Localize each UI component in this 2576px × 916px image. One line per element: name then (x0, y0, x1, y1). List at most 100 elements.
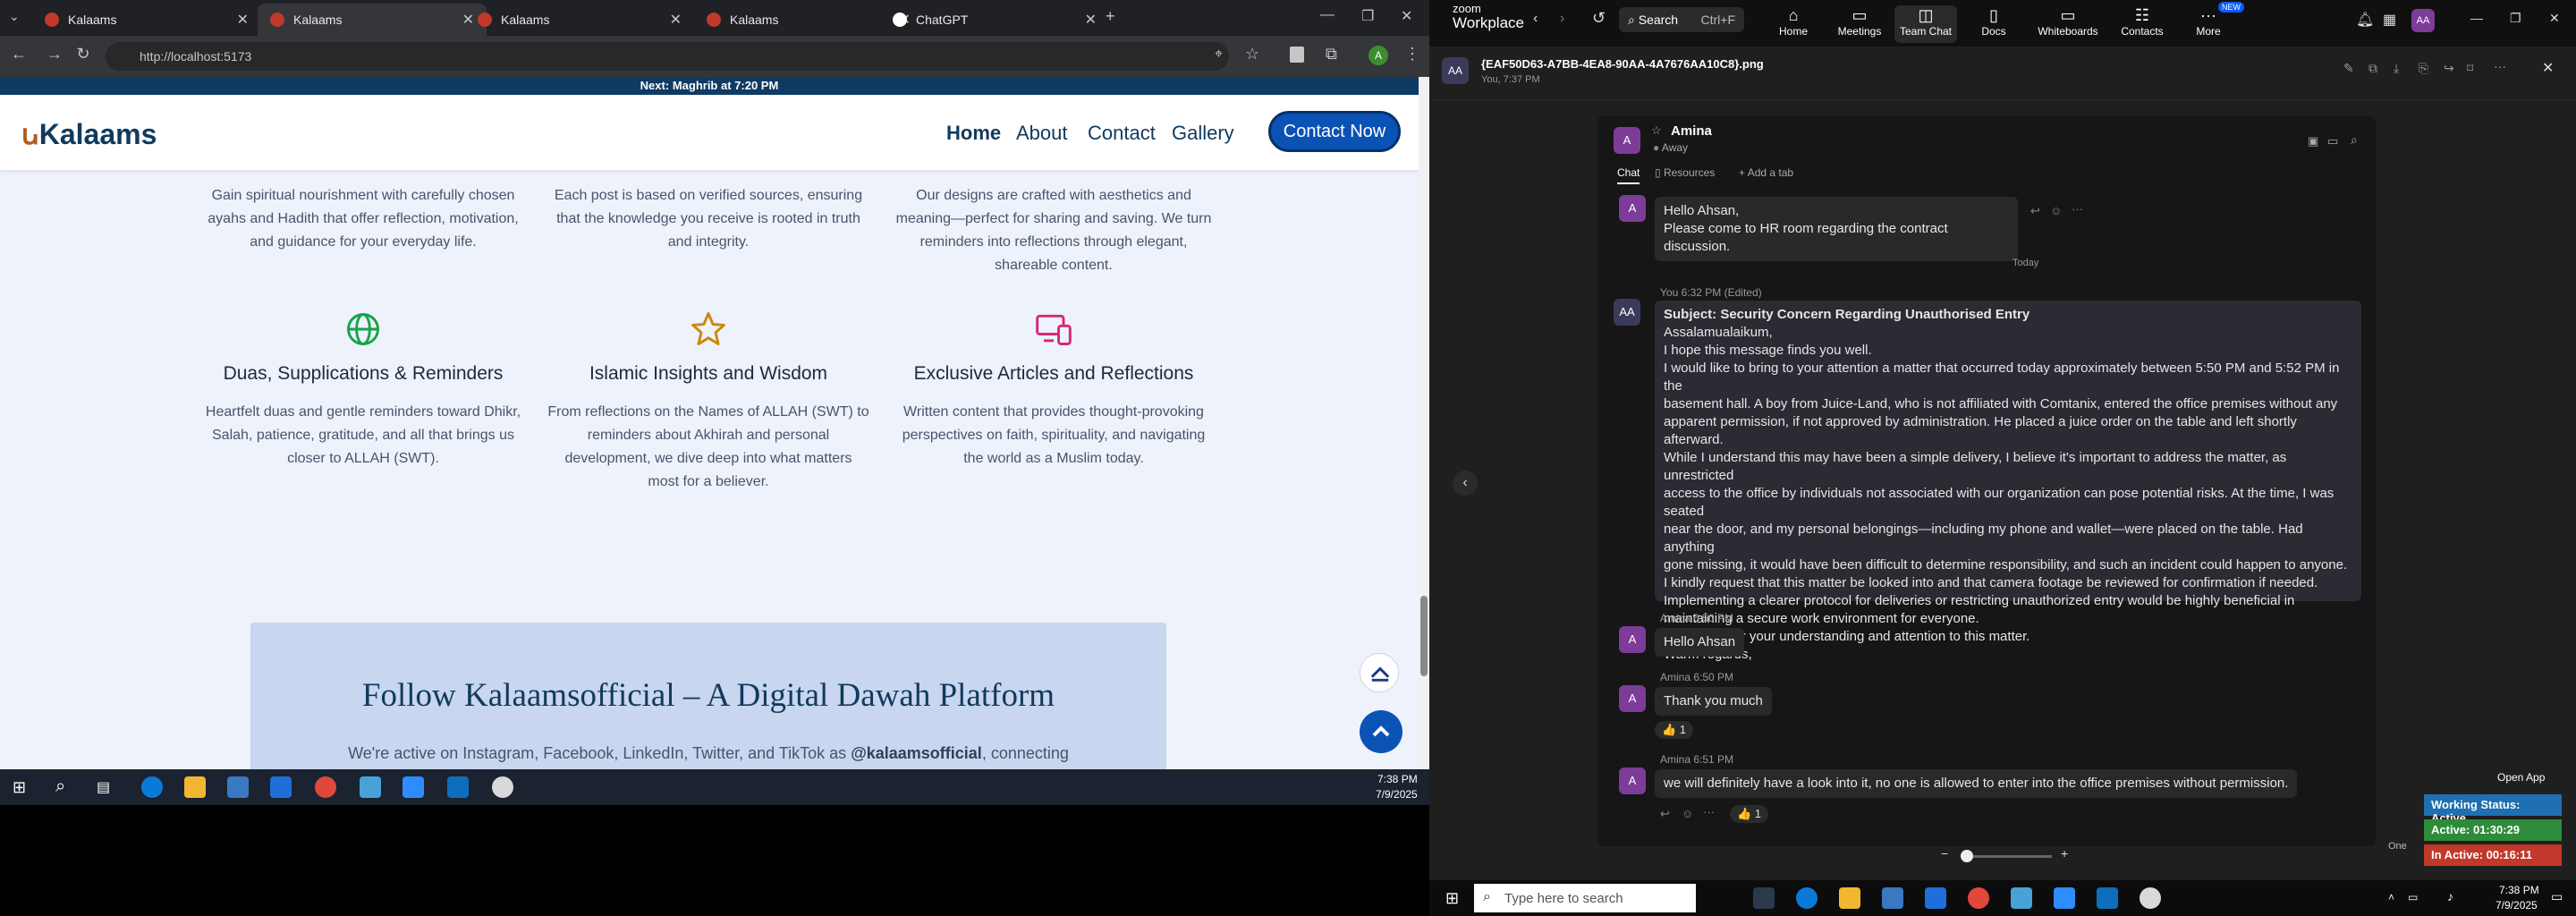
reaction-badge[interactable]: 👍 1 (1655, 721, 1694, 739)
video-call-icon[interactable]: ▭ (2327, 134, 2338, 148)
minimize-icon[interactable]: — (1320, 7, 1335, 23)
emoji-icon[interactable]: ☺ (2050, 204, 2062, 217)
app-icon[interactable] (2140, 887, 2161, 909)
notification-icon[interactable]: ▭ (2551, 889, 2563, 904)
zoom-slider-thumb[interactable] (1961, 850, 1973, 862)
tab-chat[interactable]: Chat (1617, 166, 1640, 184)
contact-now-button[interactable]: Contact Now (1268, 111, 1401, 152)
minimize-icon[interactable]: — (2470, 11, 2483, 25)
message-bubble[interactable]: Hello Ahsan (1655, 628, 1745, 657)
message-bubble[interactable]: we will definitely have a look into it, … (1655, 769, 2298, 798)
close-icon[interactable]: ✕ (1085, 11, 1097, 29)
maximize-icon[interactable]: ❐ (2510, 11, 2521, 26)
new-tab-icon[interactable]: + (1106, 7, 1115, 26)
emoji-icon[interactable]: ☺ (1682, 807, 1693, 820)
tab-resources[interactable]: ▯ Resources (1655, 166, 1715, 179)
chat-widget-button[interactable] (1360, 653, 1399, 692)
copy-icon[interactable]: ⎘ (2419, 61, 2428, 76)
reply-icon[interactable]: ↩ (1660, 807, 1670, 821)
browser-tab-active[interactable]: Kalaams ✕ (258, 4, 487, 36)
menu-dots-icon[interactable]: ⋮ (1404, 45, 1420, 64)
tab-add[interactable]: + Add a tab (1739, 166, 1793, 179)
prev-image-icon[interactable]: ‹ (1453, 471, 1478, 496)
zoom-in-icon[interactable]: + (2061, 846, 2068, 861)
nav-contact[interactable]: Contact (1088, 122, 1156, 145)
edit-icon[interactable]: ✎ (2343, 61, 2354, 76)
windows-start-icon[interactable]: ⊞ (1445, 889, 1459, 908)
more-options-icon[interactable]: ··· (2072, 202, 2083, 216)
reply-icon[interactable]: ↩ (2030, 204, 2040, 218)
bookmark-icon[interactable]: ⌑ (2467, 61, 2473, 76)
close-preview-icon[interactable]: ✕ (2542, 59, 2554, 77)
nav-team-chat[interactable]: ◫ Team Chat (1894, 5, 1957, 43)
nav-meetings[interactable]: ▭ Meetings (1828, 5, 1891, 38)
scroll-top-button[interactable] (1360, 710, 1402, 753)
chevron-left-icon[interactable]: ‹ (1533, 11, 1538, 27)
history-icon[interactable]: ↺ (1592, 9, 1606, 28)
location-icon[interactable]: ⌖ (1215, 47, 1223, 63)
page-scrollbar[interactable] (1419, 77, 1429, 769)
puzzle-icon[interactable]: ⧉ (1326, 45, 1337, 64)
file-explorer-icon[interactable] (1839, 887, 1860, 909)
close-icon[interactable]: ✕ (670, 11, 682, 29)
zoom-out-icon[interactable]: − (1941, 846, 1948, 861)
mail-icon[interactable] (1925, 887, 1946, 909)
volume-icon[interactable]: ♪ (2447, 889, 2453, 903)
more-options-icon[interactable]: ··· (2494, 59, 2506, 73)
chrome-icon[interactable] (1968, 887, 1989, 909)
chevron-right-icon[interactable]: › (1560, 11, 1564, 27)
zoom-icon[interactable] (2054, 887, 2075, 909)
url-field[interactable]: http://localhost:5173 (106, 42, 1229, 71)
edge-icon[interactable] (141, 776, 163, 798)
open-app-button[interactable]: Open App (2497, 771, 2545, 784)
calendar-icon[interactable]: ▦ (2383, 11, 2396, 29)
download-icon[interactable]: ⤓ (2394, 61, 2399, 76)
nav-whiteboards[interactable]: ▭ Whiteboards (2030, 5, 2106, 38)
chrome-icon[interactable] (315, 776, 336, 798)
message-bubble[interactable]: Thank you much (1655, 687, 1772, 716)
mail-icon[interactable] (270, 776, 292, 798)
profile-avatar[interactable]: A (1368, 46, 1388, 65)
vscode-icon[interactable] (447, 776, 469, 798)
extension-icon[interactable] (1290, 47, 1304, 63)
browser-tab[interactable]: ChatGPT ✕ (880, 4, 1109, 36)
store-icon[interactable] (227, 776, 249, 798)
bell-icon[interactable]: 🔔︎ (2356, 11, 2374, 29)
open-external-icon[interactable]: ⧉ (2368, 61, 2377, 76)
back-icon[interactable]: ← (7, 45, 30, 64)
bookmark-star-icon[interactable]: ☆ (1245, 45, 1259, 64)
message-bubble[interactable]: Subject: Security Concern Regarding Unau… (1655, 301, 2361, 662)
browser-tab[interactable]: Kalaams ✕ (465, 4, 694, 36)
favorite-star-icon[interactable]: ☆ (1651, 123, 1662, 138)
nav-docs[interactable]: ▯ Docs (1962, 5, 2025, 38)
windows-start-icon[interactable]: ⊞ (13, 778, 26, 797)
follow-handle[interactable]: @kalaamsofficial (851, 744, 982, 762)
app-icon[interactable] (492, 776, 513, 798)
nav-contacts[interactable]: ☷ Contacts (2111, 5, 2174, 38)
site-logo[interactable]: ꭎKalaams (21, 114, 157, 153)
reload-icon[interactable]: ↻ (72, 45, 95, 64)
close-window-icon[interactable]: ✕ (2549, 11, 2560, 26)
task-view-icon[interactable]: ▤ (97, 778, 110, 796)
tab-search-icon[interactable]: ⌄ (9, 9, 20, 24)
network-icon[interactable]: ▭ (2408, 891, 2418, 903)
search-input[interactable]: ⌕ Search Ctrl+F (1619, 7, 1744, 32)
forward-icon[interactable]: → (43, 45, 66, 64)
close-icon[interactable]: ✕ (237, 11, 249, 29)
nav-about[interactable]: About (1016, 122, 1068, 145)
file-explorer-icon[interactable] (184, 776, 206, 798)
nav-home[interactable]: Home (946, 122, 1001, 145)
nav-home[interactable]: ⌂ Home (1762, 5, 1825, 38)
user-avatar[interactable]: AA (2411, 9, 2435, 32)
browser-tab[interactable]: Kalaams ✕ (32, 4, 261, 36)
chat-search-icon[interactable]: ⌕ (2351, 132, 2358, 148)
task-view-icon[interactable] (1753, 887, 1775, 909)
close-window-icon[interactable]: ✕ (1401, 7, 1412, 25)
screen-share-icon[interactable]: ▣ (2308, 134, 2318, 148)
vscode-icon[interactable] (2097, 887, 2118, 909)
maximize-icon[interactable]: ❐ (1361, 7, 1374, 25)
reaction-badge[interactable]: 👍 1 (1730, 805, 1769, 823)
zoom-icon[interactable] (402, 776, 424, 798)
app-icon[interactable] (2011, 887, 2032, 909)
app-icon[interactable] (360, 776, 381, 798)
